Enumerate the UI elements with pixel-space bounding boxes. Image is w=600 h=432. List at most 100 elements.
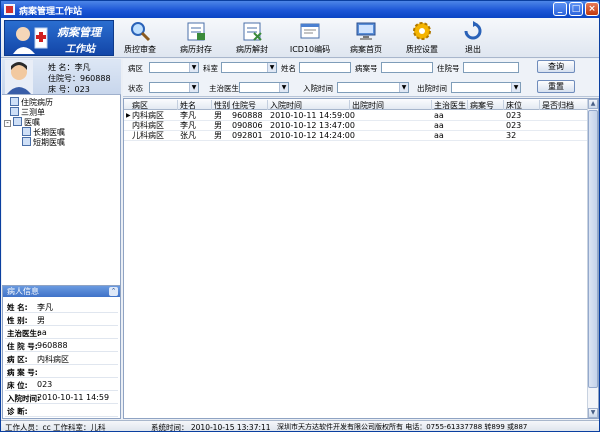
info-value: 2010-10-11 14:59 — [37, 393, 110, 402]
app-window: 病案管理工作站 _ □ × 病案管理 工作站 质控审查 病历封存 病历解封 IC… — [0, 0, 600, 432]
cell: 32 — [506, 131, 517, 140]
cell: 李凡 — [180, 111, 196, 120]
toolbar-audit-label: 质控审查 — [124, 45, 156, 54]
cell: 090806 — [232, 121, 263, 130]
chevron-down-icon: ▼ — [189, 63, 198, 72]
col-bed[interactable]: 床位 — [504, 100, 540, 110]
info-key: 入院时间: — [7, 394, 40, 403]
col-case-no[interactable]: 病案号 — [468, 100, 504, 110]
app-logo: 病案管理 工作站 — [4, 20, 114, 56]
admit-time-select[interactable]: ▼ — [337, 82, 409, 93]
query-button[interactable]: 查询 — [537, 60, 575, 73]
table-row[interactable]: 内科病区 李凡 男 090806 2010-10-12 13:47:00 aa … — [124, 121, 588, 131]
info-value: 960888 — [37, 341, 68, 350]
maximize-button[interactable]: □ — [569, 2, 583, 16]
inpatient-no-input[interactable] — [463, 62, 519, 73]
cell: 张凡 — [180, 131, 196, 140]
ward-select[interactable]: ▼ — [149, 62, 199, 73]
cell: 男 — [214, 111, 222, 120]
table-row[interactable]: 儿科病区 张凡 男 092801 2010-10-12 14:24:00 aa … — [124, 131, 588, 141]
tree-item-label: 医嘱 — [24, 118, 40, 127]
toolbar-homepage-button[interactable]: 病案首页 — [343, 18, 389, 58]
info-key: 主治医生: — [7, 329, 40, 338]
col-archived[interactable]: 是否归档 — [540, 100, 582, 110]
discharge-time-select[interactable]: ▼ — [451, 82, 521, 93]
chevron-down-icon: ▼ — [189, 83, 198, 92]
cell: aa — [434, 131, 444, 140]
col-doctor[interactable]: 主治医生 — [432, 100, 468, 110]
title-bar[interactable]: 病案管理工作站 _ □ × — [1, 1, 599, 18]
case-no-input[interactable] — [381, 62, 433, 73]
col-ward[interactable]: 病区 — [130, 100, 178, 110]
cell: 2010-10-11 14:59:00 — [270, 111, 355, 120]
status-company: 深圳市天方达软件开发有限公司版权所有 电话：0755-61337788 转899… — [277, 423, 528, 431]
toolbar-settings-label: 质控设置 — [406, 45, 438, 54]
window-title: 病案管理工作站 — [19, 7, 83, 17]
scroll-down-icon[interactable]: ▼ — [588, 408, 598, 418]
col-inpatient-no[interactable]: 住院号 — [230, 100, 268, 110]
toolbar-seal-button[interactable]: 病历封存 — [173, 18, 219, 58]
info-row: 住 院 号: 960888 — [5, 339, 118, 352]
chevron-down-icon: ▼ — [279, 83, 288, 92]
toolbar-homepage-label: 病案首页 — [350, 45, 382, 54]
patient-card: 姓 名：李凡 住院号：960888 床 号：023 — [2, 59, 121, 95]
search-icon — [131, 22, 151, 42]
ward-label: 病区 — [128, 64, 143, 73]
info-key: 床 位: — [7, 381, 28, 390]
col-name[interactable]: 姓名 — [178, 100, 212, 110]
toolbar-seal-label: 病历封存 — [180, 45, 212, 54]
toolbar-unseal-button[interactable]: 病历解封 — [229, 18, 275, 58]
info-row: 病 区: 内科病区 — [5, 352, 118, 365]
unlock-icon — [243, 22, 262, 41]
scroll-up-icon[interactable]: ▲ — [588, 99, 598, 109]
info-key: 姓 名: — [7, 303, 28, 312]
order-icon — [22, 127, 31, 136]
case-no-label: 病案号 — [355, 64, 378, 73]
collapse-panel-icon[interactable]: ⌃ — [109, 287, 118, 296]
cell: 男 — [214, 131, 222, 140]
toolbar-icd10-button[interactable]: ICD10编码 — [285, 18, 335, 58]
toolbar-settings-button[interactable]: 质控设置 — [399, 18, 445, 58]
status-bar: 工作人员：cc 工作科室：儿科 系统时间： 2010-10-15 13:37:1… — [1, 420, 599, 432]
app-icon — [4, 4, 15, 15]
tree-item-label: 短期医嘱 — [33, 138, 65, 147]
cell: 2010-10-12 13:47:00 — [270, 121, 355, 130]
status-dept: 工作科室：儿科 — [53, 423, 106, 432]
chevron-down-icon: ▼ — [399, 83, 408, 92]
dept-select[interactable]: ▼ — [221, 62, 277, 73]
patient-name: 姓 名：李凡 — [48, 63, 91, 72]
scroll-thumb[interactable] — [588, 110, 598, 388]
tree-item-short-term[interactable]: 短期医嘱 — [22, 137, 65, 148]
close-button[interactable]: × — [585, 2, 599, 16]
info-value: 李凡 — [37, 303, 53, 312]
table-row[interactable]: ▶ 内科病区 李凡 男 960888 2010-10-11 14:59:00 a… — [124, 111, 588, 121]
collapse-icon[interactable]: - — [4, 120, 11, 127]
info-row: 主治医生: aa — [5, 326, 118, 339]
col-gender[interactable]: 性别 — [212, 100, 230, 110]
toolbar-exit-button[interactable]: 退出 — [453, 18, 493, 58]
reset-button[interactable]: 重置 — [537, 80, 575, 93]
col-discharge-time[interactable]: 出院时间 — [350, 100, 432, 110]
info-header: 病人信息 ⌃ — [3, 286, 120, 297]
doctor-label: 主治医生 — [209, 84, 239, 93]
toolbar-audit-button[interactable]: 质控审查 — [117, 18, 163, 58]
info-key: 病 案 号: — [7, 368, 38, 377]
cell: 023 — [506, 111, 522, 120]
name-input[interactable] — [299, 62, 351, 73]
logo-line1: 病案管理 — [57, 26, 101, 39]
status-label: 状态 — [128, 84, 143, 93]
minimize-button[interactable]: _ — [553, 2, 567, 16]
toolbar: 病案管理 工作站 质控审查 病历封存 病历解封 ICD10编码 病案首页 质控设… — [1, 18, 599, 58]
cell: 960888 — [232, 111, 263, 120]
inpatient-no-label: 住院号 — [437, 64, 460, 73]
col-admit-time[interactable]: 入院时间 — [268, 100, 350, 110]
info-row: 姓 名: 李凡 — [5, 300, 118, 313]
toolbar-exit-label: 退出 — [465, 45, 481, 54]
status-select[interactable]: ▼ — [149, 82, 199, 93]
info-value: 023 — [37, 380, 53, 389]
patient-number: 住院号：960888 — [48, 74, 111, 83]
doctor-select[interactable]: ▼ — [239, 82, 289, 93]
vertical-scrollbar[interactable]: ▲ ▼ — [587, 99, 598, 418]
info-row: 病 案 号: — [5, 365, 118, 378]
folder-icon — [10, 107, 19, 116]
